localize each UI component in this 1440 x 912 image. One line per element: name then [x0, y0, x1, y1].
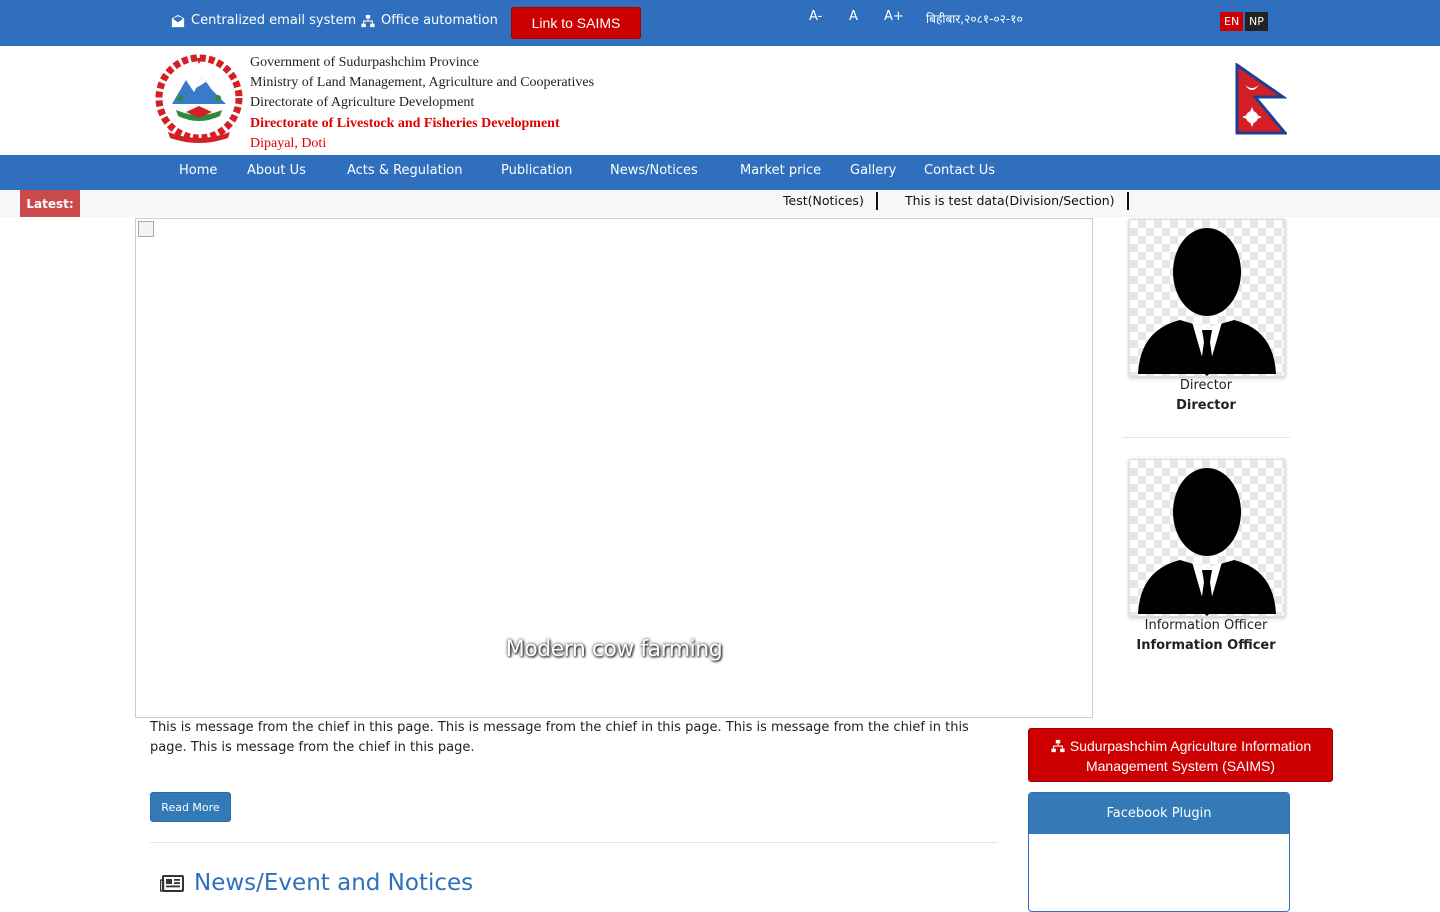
nav-item-home[interactable]: Home	[179, 163, 217, 178]
image-slider[interactable]: Modern cow farming	[135, 218, 1093, 718]
sitemap-icon	[1051, 739, 1065, 753]
latest-news-ticker: Latest: Test(Notices) This is test data(…	[0, 190, 1440, 217]
language-np-button[interactable]: NP	[1245, 12, 1268, 31]
latest-label: Latest:	[20, 190, 80, 217]
language-en-button[interactable]: EN	[1220, 12, 1244, 31]
section-divider	[150, 842, 998, 843]
link-to-saims-button[interactable]: Link to SAIMS	[511, 7, 641, 39]
envelope-icon	[171, 14, 185, 27]
sitemap-icon	[361, 14, 375, 27]
nav-item-gallery[interactable]: Gallery	[850, 163, 896, 178]
font-decrease-button[interactable]: A-	[809, 9, 822, 24]
director-photo	[1129, 219, 1285, 377]
director-card: Director Director	[1122, 219, 1290, 419]
nav-item-publication[interactable]: Publication	[501, 163, 572, 178]
current-date: बिहीबार,२०८१-०२-१०	[926, 12, 1023, 26]
information-officer-role: Information Officer	[1144, 618, 1268, 633]
facebook-plugin-panel: Facebook Plugin	[1028, 792, 1290, 912]
read-more-button[interactable]: Read More	[150, 792, 231, 822]
chief-message: This is message from the chief in this p…	[150, 720, 969, 755]
nav-item-acts-regulation[interactable]: Acts & Regulation	[347, 163, 463, 178]
officials-divider	[1122, 437, 1290, 438]
ticker-item[interactable]: Test(Notices)	[783, 192, 878, 210]
centralized-email-label: Centralized email system	[191, 13, 357, 28]
saims-panel-button[interactable]: Sudurpashchim Agriculture Information Ma…	[1028, 728, 1333, 782]
saims-panel-label: Sudurpashchim Agriculture Information Ma…	[1069, 738, 1312, 774]
news-section-heading: News/Event and Notices	[160, 870, 473, 896]
slide-caption: Modern cow farming	[505, 637, 723, 662]
header-location: Dipayal, Doti	[250, 136, 327, 151]
director-role: Director	[1179, 378, 1233, 393]
nav-item-market-price[interactable]: Market price	[740, 163, 821, 178]
header-office-title: Directorate of Livestock and Fisheries D…	[250, 116, 560, 131]
nav-item-about-us[interactable]: About Us	[247, 163, 306, 178]
font-increase-button[interactable]: A+	[884, 9, 904, 24]
broken-image-icon	[138, 221, 154, 237]
person-silhouette-icon	[1138, 468, 1276, 616]
person-silhouette-icon	[1138, 228, 1276, 376]
director-name: Director	[1176, 398, 1236, 413]
site-header: Government of Sudurpashchim Province Min…	[0, 46, 1440, 155]
information-officer-card: Information Officer Information Officer	[1122, 459, 1290, 659]
header-government-line: Government of Sudurpashchim Province	[250, 55, 480, 70]
font-normal-button[interactable]: A	[849, 9, 858, 24]
nepal-emblem-logo	[155, 54, 243, 143]
information-officer-name: Information Officer	[1136, 638, 1276, 653]
ticker-item[interactable]: This is test data(Division/Section)	[905, 192, 1129, 210]
header-ministry-line: Ministry of Land Management, Agriculture…	[250, 75, 595, 90]
news-heading-text: News/Event and Notices	[194, 870, 474, 896]
centralized-email-link[interactable]: Centralized email system	[171, 13, 356, 28]
nav-item-news-notices[interactable]: News/Notices	[610, 163, 698, 178]
main-navigation: Home About Us Acts & Regulation Publicat…	[0, 155, 1440, 190]
facebook-plugin-title: Facebook Plugin	[1029, 793, 1289, 834]
office-automation-label: Office automation	[381, 13, 498, 28]
nav-item-contact-us[interactable]: Contact Us	[924, 163, 995, 178]
office-automation-link[interactable]: Office automation	[361, 13, 498, 28]
nepal-flag-icon	[1235, 63, 1287, 135]
header-directorate-line: Directorate of Agriculture Development	[250, 95, 475, 110]
information-officer-photo	[1129, 459, 1285, 617]
newspaper-icon	[160, 875, 184, 892]
top-bar: Centralized email system Office automati…	[0, 0, 1440, 46]
